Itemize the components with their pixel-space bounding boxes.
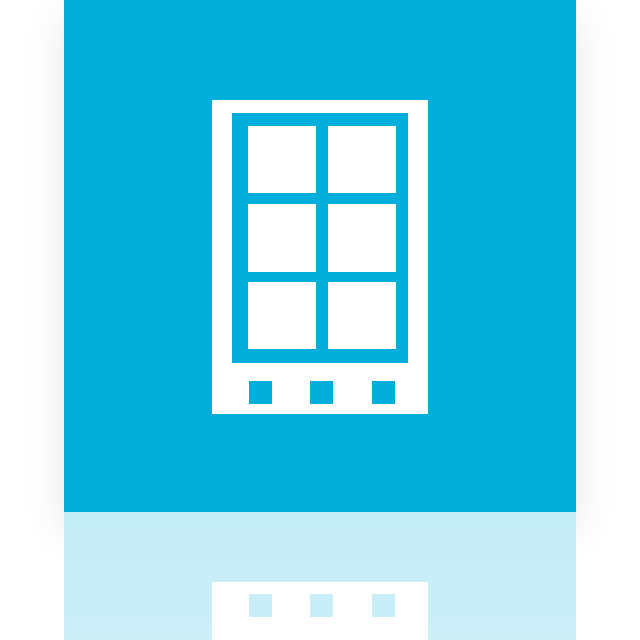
icon-reflection	[64, 512, 576, 640]
screen-tile	[328, 126, 396, 193]
screen-tile	[248, 282, 316, 349]
tablet-reflection-icon	[64, 512, 576, 640]
nav-button	[372, 381, 395, 404]
icon-tile	[64, 0, 576, 512]
screen-tile	[248, 204, 316, 272]
tablet-icon	[64, 0, 576, 512]
reflection-fade	[64, 512, 576, 640]
nav-button	[249, 381, 272, 404]
nav-button	[310, 381, 333, 404]
device-nav-buttons	[249, 381, 395, 404]
screen-tile	[328, 204, 396, 272]
screen-tile	[328, 282, 396, 349]
screen-tile	[248, 126, 316, 193]
app-icon	[0, 0, 640, 640]
